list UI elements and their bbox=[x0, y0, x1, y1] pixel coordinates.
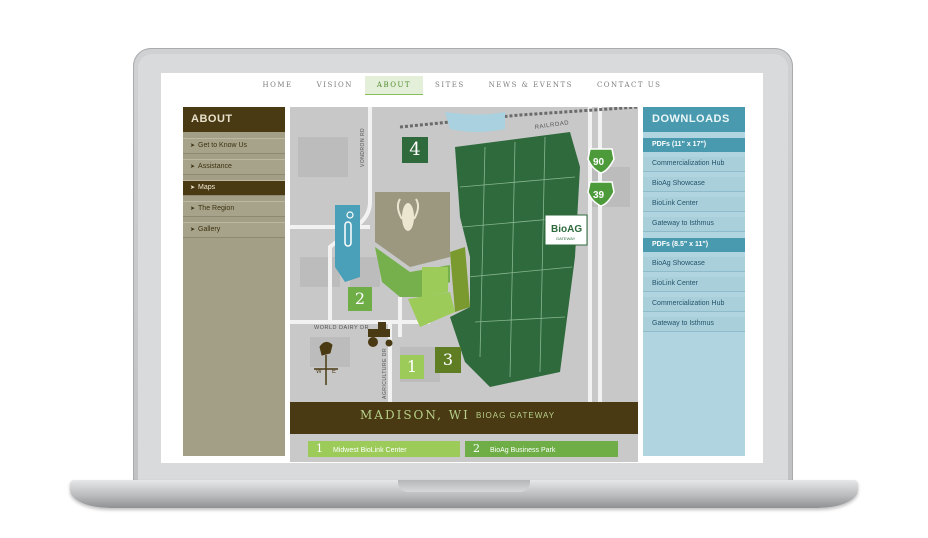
arrow-icon: ➤ bbox=[190, 227, 196, 233]
download-biolink-center-11x17[interactable]: BioLink Center bbox=[643, 197, 745, 212]
sidebar-item-label: Assistance bbox=[198, 163, 232, 170]
legend-label: BioAg Business Park bbox=[490, 447, 556, 454]
nav-sites[interactable]: SITES bbox=[423, 76, 477, 95]
nav-about[interactable]: ABOUT bbox=[364, 76, 424, 95]
download-commercialization-hub-8x11[interactable]: Commercialization Hub bbox=[643, 297, 745, 312]
about-sidebar: ABOUT ➤ Get to Know Us ➤ Assistance ➤ Maps … bbox=[183, 107, 285, 456]
map-banner: MADISON, WI BIOAG GATEWAY bbox=[290, 402, 638, 434]
laptop-notch bbox=[398, 480, 530, 492]
arrow-icon: ➤ bbox=[190, 206, 196, 212]
top-nav: HOME VISION ABOUT SITES NEWS & EVENTS CO… bbox=[161, 73, 763, 95]
download-bioag-showcase-8x11[interactable]: BioAg Showcase bbox=[643, 257, 745, 272]
road-label-agriculture: AGRICULTURE DR bbox=[382, 348, 388, 399]
sidebar-item-label: Get to Know Us bbox=[198, 142, 248, 149]
nav-news-events[interactable]: NEWS & EVENTS bbox=[477, 76, 585, 95]
about-heading: ABOUT bbox=[183, 107, 285, 132]
banner-title: MADISON, WI bbox=[360, 408, 470, 422]
legend-item-2[interactable]: 2 BioAg Business Park bbox=[465, 441, 618, 457]
legend-label: Midwest BioLink Center bbox=[333, 447, 407, 454]
marker-1[interactable]: 1 bbox=[400, 355, 424, 379]
download-commercialization-hub-11x17[interactable]: Commercialization Hub bbox=[643, 157, 745, 172]
map-logo-brand: BioAG bbox=[551, 224, 582, 235]
sidebar-item-assistance[interactable]: ➤ Assistance bbox=[183, 159, 285, 175]
download-gateway-to-isthmus-8x11[interactable]: Gateway to Isthmus bbox=[643, 317, 745, 332]
sidebar-item-gallery[interactable]: ➤ Gallery bbox=[183, 222, 285, 238]
sidebar-item-maps[interactable]: ➤ Maps bbox=[183, 180, 285, 196]
highway-90-label: 90 bbox=[593, 157, 605, 168]
legend-number: 2 bbox=[473, 442, 480, 455]
legend-item-1[interactable]: 1 Midwest BioLink Center bbox=[308, 441, 460, 457]
arrow-icon: ➤ bbox=[190, 164, 196, 170]
svg-text:E: E bbox=[332, 369, 336, 375]
sidebar-item-get-to-know-us[interactable]: ➤ Get to Know Us bbox=[183, 138, 285, 154]
sidebar-item-label: Maps bbox=[198, 184, 216, 191]
download-gateway-to-isthmus-11x17[interactable]: Gateway to Isthmus bbox=[643, 217, 745, 232]
svg-text:W: W bbox=[316, 369, 322, 375]
downloads-group-heading-11x17: PDFs (11" x 17") bbox=[643, 138, 745, 152]
highway-39-label: 39 bbox=[593, 190, 605, 201]
downloads-heading: DOWNLOADS bbox=[643, 107, 745, 132]
downloads-sidebar: DOWNLOADS PDFs (11" x 17") Commercializa… bbox=[643, 107, 745, 456]
banner-subtitle: BIOAG GATEWAY bbox=[476, 411, 556, 420]
nav-home[interactable]: HOME bbox=[251, 76, 305, 95]
page-content: ABOUT ➤ Get to Know Us ➤ Assistance ➤ Maps … bbox=[171, 95, 763, 463]
downloads-group-heading-8x11: PDFs (8.5" x 11") bbox=[643, 238, 745, 252]
arrow-icon: ➤ bbox=[190, 185, 196, 191]
map-graphic: BioAG GATEWAY 90 39 W E VONDRON RD RAILR… bbox=[290, 107, 638, 402]
road-label-vondron: VONDRON RD bbox=[360, 128, 366, 167]
legend-number: 1 bbox=[316, 442, 323, 455]
sidebar-item-the-region[interactable]: ➤ The Region bbox=[183, 201, 285, 217]
nav-contact-us[interactable]: CONTACT US bbox=[585, 76, 674, 95]
site-map[interactable]: BioAG GATEWAY 90 39 W E VONDRON RD RAILR… bbox=[290, 107, 638, 462]
marker-3[interactable]: 3 bbox=[435, 347, 461, 373]
marker-2[interactable]: 2 bbox=[348, 287, 372, 311]
marker-4[interactable]: 4 bbox=[402, 137, 428, 163]
sidebar-item-label: The Region bbox=[198, 205, 235, 212]
sidebar-item-label: Gallery bbox=[198, 226, 221, 233]
laptop-screen: HOME VISION ABOUT SITES NEWS & EVENTS CO… bbox=[161, 73, 763, 463]
download-bioag-showcase-11x17[interactable]: BioAg Showcase bbox=[643, 177, 745, 192]
nav-vision[interactable]: VISION bbox=[305, 76, 365, 95]
download-biolink-center-8x11[interactable]: BioLink Center bbox=[643, 277, 745, 292]
road-label-world-dairy: WORLD DAIRY DR bbox=[314, 325, 369, 331]
arrow-icon: ➤ bbox=[190, 143, 196, 149]
map-logo-tag: GATEWAY bbox=[556, 236, 576, 241]
